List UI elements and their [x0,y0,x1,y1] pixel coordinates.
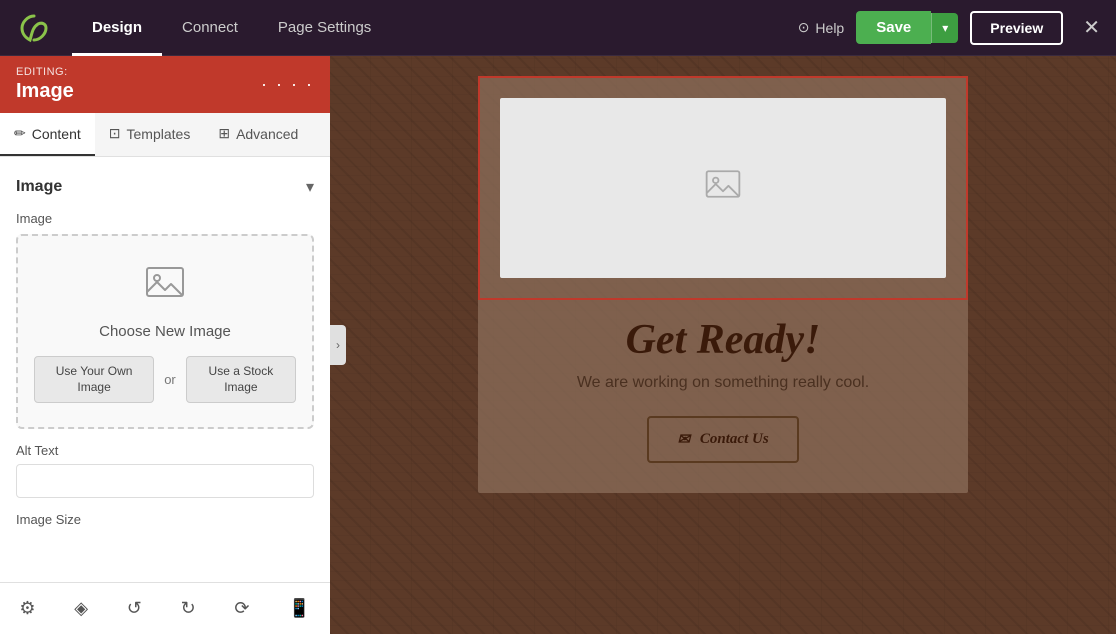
page-container: Get Ready! We are working on something r… [478,76,968,493]
choose-image-text: Choose New Image [34,323,296,340]
logo-icon[interactable] [16,10,52,46]
canvas-subtext: We are working on something really cool. [577,374,869,392]
pencil-icon: ✏ [14,125,26,142]
image-widget[interactable] [478,76,968,300]
image-canvas-icon [703,164,743,212]
preview-button[interactable]: Preview [970,11,1063,45]
layers-icon[interactable]: ◈ [60,590,102,627]
or-text: or [164,372,176,387]
envelope-icon: ✉ [677,430,690,449]
redo-icon[interactable]: ↻ [167,590,210,627]
dots-menu-icon[interactable]: · · · · [261,74,314,95]
image-placeholder-icon [34,260,296,313]
help-circle-icon: ⊙ [798,19,810,36]
image-size-label: Image Size [16,512,314,527]
refresh-icon[interactable]: ⟳ [220,590,263,627]
advanced-icon: ⊞ [218,125,230,142]
sub-tab-content[interactable]: ✏ Content [0,113,95,156]
nav-right: ⊙ Help Save ▾ Preview ✕ [798,11,1100,45]
nav-tab-connect[interactable]: Connect [162,0,258,56]
image-field-label: Image [16,211,314,226]
sub-tab-templates[interactable]: ⊡ Templates [95,113,205,156]
image-placeholder-box [500,98,946,278]
mobile-icon[interactable]: 📱 [274,590,324,627]
template-icon: ⊡ [109,125,121,142]
editing-title: Image [16,80,74,103]
contact-us-button[interactable]: ✉ Contact Us [647,416,798,463]
image-actions: Use Your Own Image or Use a Stock Image [34,356,296,403]
settings-icon[interactable]: ⚙ [5,590,49,627]
use-own-image-button[interactable]: Use Your Own Image [34,356,154,403]
canvas-heading: Get Ready! [626,316,821,364]
sub-tab-advanced[interactable]: ⊞ Advanced [204,113,312,156]
undo-icon[interactable]: ↺ [113,590,156,627]
nav-tabs: Design Connect Page Settings [72,0,798,56]
close-button[interactable]: ✕ [1083,15,1100,40]
main-area: EDITING: Image · · · · ✏ Content ⊡ Templ… [0,56,1116,634]
sub-tabs: ✏ Content ⊡ Templates ⊞ Advanced [0,113,330,157]
alt-text-input[interactable] [16,464,314,498]
editing-label: EDITING: [16,66,74,78]
image-upload-area[interactable]: Choose New Image Use Your Own Image or U… [16,234,314,429]
help-button[interactable]: ⊙ Help [798,19,845,36]
help-label: Help [815,20,844,36]
image-section-header: Image ▾ [16,177,314,197]
use-stock-image-button[interactable]: Use a Stock Image [186,356,296,403]
collapse-panel-tab[interactable]: › [330,325,346,365]
canvas-area: Get Ready! We are working on something r… [330,56,1116,634]
left-panel: EDITING: Image · · · · ✏ Content ⊡ Templ… [0,56,330,634]
editing-header: EDITING: Image · · · · [0,56,330,113]
top-navigation: Design Connect Page Settings ⊙ Help Save… [0,0,1116,56]
contact-btn-label: Contact Us [700,431,769,448]
save-button[interactable]: Save [856,11,931,44]
image-section-title: Image [16,178,62,196]
alt-text-label: Alt Text [16,443,314,458]
save-group: Save ▾ [856,11,958,44]
chevron-down-icon[interactable]: ▾ [306,177,314,197]
bottom-toolbar: ⚙ ◈ ↺ ↻ ⟳ 📱 [0,582,330,634]
nav-tab-design[interactable]: Design [72,0,162,56]
save-dropdown-button[interactable]: ▾ [931,13,958,43]
nav-tab-page-settings[interactable]: Page Settings [258,0,391,56]
panel-content: Image ▾ Image Choose New Image Use Your … [0,157,330,582]
